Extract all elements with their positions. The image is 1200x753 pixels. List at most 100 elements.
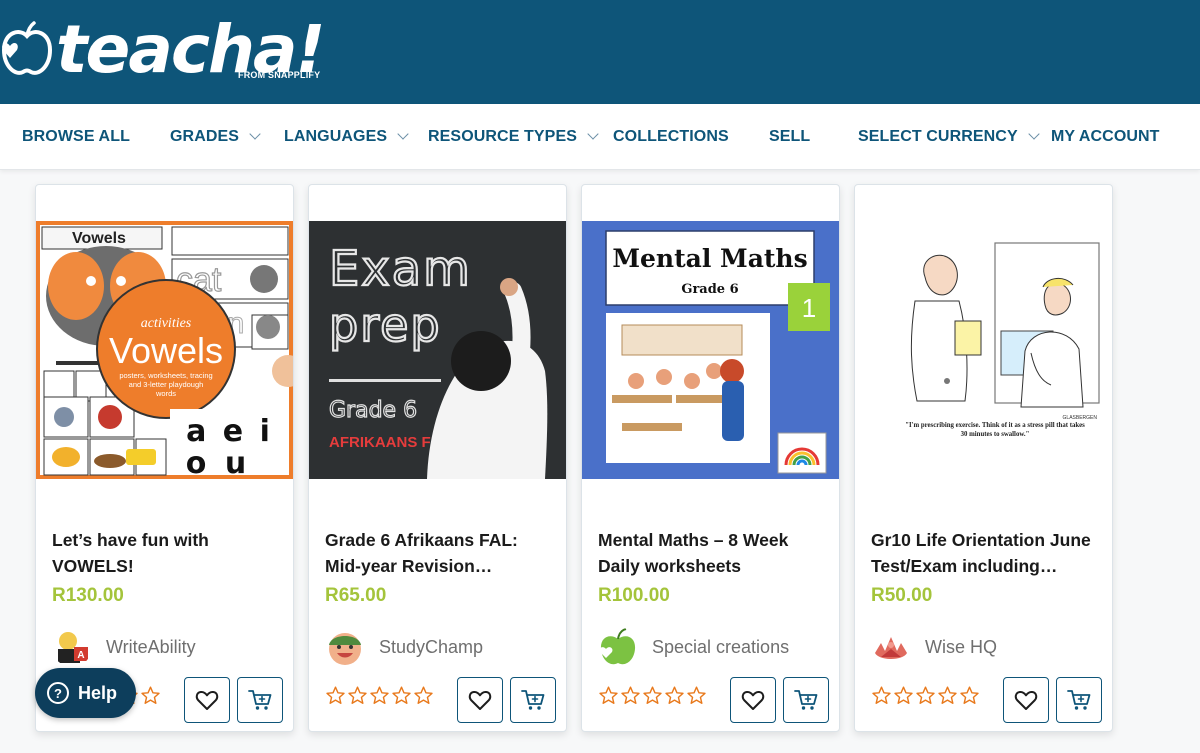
cartoon-cover-image: GLASBERGEN "I'm prescribing exercise. Th… bbox=[855, 221, 1112, 479]
cart-icon bbox=[794, 690, 818, 710]
star-icon bbox=[643, 686, 662, 704]
heart-icon bbox=[741, 690, 765, 710]
cover-letters-row2: o u bbox=[186, 446, 246, 479]
seller-avatar: A bbox=[52, 627, 92, 667]
seller-avatar bbox=[871, 627, 911, 667]
nav-label: LANGUAGES bbox=[284, 128, 388, 145]
nav-resource-types[interactable]: RESOURCE TYPES bbox=[428, 104, 599, 170]
product-price: R65.00 bbox=[325, 585, 387, 606]
nav-label: COLLECTIONS bbox=[613, 128, 729, 145]
nav-label: GRADES bbox=[170, 128, 240, 145]
cover-grade: Grade 6 bbox=[681, 282, 738, 297]
logo-subtitle: FROM SNAPPLIFY bbox=[238, 70, 321, 80]
star-icon bbox=[326, 686, 345, 704]
nav-my-account[interactable]: MY ACCOUNT bbox=[1051, 104, 1160, 170]
seller-info[interactable]: StudyChamp bbox=[325, 625, 483, 669]
star-icon bbox=[872, 686, 891, 704]
svg-text:A: A bbox=[77, 650, 84, 661]
vowels-cover-image: Vowels cat man bbox=[36, 221, 293, 479]
product-title[interactable]: Gr10 Life Orientation June Test/Exam inc… bbox=[871, 527, 1099, 579]
nav-label: SELECT CURRENCY bbox=[858, 128, 1018, 145]
rating-stars bbox=[325, 685, 434, 706]
star-icon bbox=[665, 686, 684, 704]
product-price: R100.00 bbox=[598, 585, 670, 606]
nav-browse-all[interactable]: BROWSE ALL bbox=[22, 104, 130, 170]
cover-heading: Mental Maths bbox=[612, 244, 807, 273]
star-icon bbox=[599, 686, 618, 704]
chevron-down-icon bbox=[1028, 128, 1040, 140]
cart-icon bbox=[1067, 690, 1091, 710]
nav-label: MY ACCOUNT bbox=[1051, 128, 1160, 145]
heart-icon bbox=[1014, 690, 1038, 710]
star-icon bbox=[960, 686, 979, 704]
product-thumbnail[interactable]: Exam prep Grade 6 AFRIKAANS FAL bbox=[309, 221, 566, 479]
nav-collections[interactable]: COLLECTIONS bbox=[613, 104, 729, 170]
cover-top-label: Vowels bbox=[72, 230, 126, 247]
seller-avatar bbox=[325, 627, 365, 667]
star-icon bbox=[916, 686, 935, 704]
cover-line1: Exam bbox=[329, 241, 472, 297]
product-thumbnail[interactable]: GLASBERGEN "I'm prescribing exercise. Th… bbox=[855, 221, 1112, 479]
cover-line2: prep bbox=[329, 298, 442, 352]
cover-circle-title: Vowels bbox=[109, 330, 223, 371]
product-card[interactable]: Mental Maths Grade 6 1 Mental Maths – 8 … bbox=[581, 184, 840, 732]
product-title[interactable]: Let’s have fun with VOWELS! bbox=[52, 527, 280, 579]
cartoon-caption: "I'm prescribing exercise. Think of it a… bbox=[905, 422, 1085, 438]
star-icon bbox=[894, 686, 913, 704]
product-thumbnail[interactable]: Vowels cat man bbox=[36, 221, 293, 479]
product-title[interactable]: Mental Maths – 8 Week Daily worksheets bbox=[598, 527, 826, 579]
heart-icon bbox=[195, 690, 219, 710]
product-title[interactable]: Grade 6 Afrikaans FAL: Mid-year Revision… bbox=[325, 527, 553, 579]
cover-circle-desc: posters, worksheets, tracing and 3-lette… bbox=[119, 371, 213, 398]
wishlist-button[interactable] bbox=[730, 677, 776, 723]
star-icon bbox=[392, 686, 411, 704]
chevron-down-icon bbox=[587, 128, 599, 140]
seller-info[interactable]: Special creations bbox=[598, 625, 789, 669]
star-icon bbox=[141, 686, 160, 704]
help-label: Help bbox=[78, 682, 118, 703]
star-icon bbox=[370, 686, 389, 704]
product-thumbnail[interactable]: Mental Maths Grade 6 1 bbox=[582, 221, 839, 479]
nav-select-currency[interactable]: SELECT CURRENCY bbox=[858, 104, 1040, 170]
seller-info[interactable]: Wise HQ bbox=[871, 625, 997, 669]
add-to-cart-button[interactable] bbox=[510, 677, 556, 723]
help-button[interactable]: ? Help bbox=[35, 668, 136, 718]
wishlist-button[interactable] bbox=[184, 677, 230, 723]
seller-info[interactable]: A WriteAbility bbox=[52, 625, 196, 669]
seller-avatar bbox=[598, 627, 638, 667]
star-icon bbox=[621, 686, 640, 704]
star-icon bbox=[687, 686, 706, 704]
add-to-cart-button[interactable] bbox=[1056, 677, 1102, 723]
cover-badge: 1 bbox=[802, 293, 816, 323]
star-icon bbox=[414, 686, 433, 704]
add-to-cart-button[interactable] bbox=[783, 677, 829, 723]
nav-sell[interactable]: SELL bbox=[769, 104, 810, 170]
product-card[interactable]: Exam prep Grade 6 AFRIKAANS FAL Grade 6 … bbox=[308, 184, 567, 732]
seller-name: Wise HQ bbox=[925, 636, 997, 657]
nav-grades[interactable]: GRADES bbox=[170, 104, 261, 170]
wishlist-button[interactable] bbox=[1003, 677, 1049, 723]
question-icon: ? bbox=[47, 682, 69, 704]
cover-grade: Grade 6 bbox=[329, 398, 417, 423]
cart-icon bbox=[248, 690, 272, 710]
star-icon bbox=[348, 686, 367, 704]
nav-label: SELL bbox=[769, 128, 811, 145]
nav-languages[interactable]: LANGUAGES bbox=[284, 104, 409, 170]
chevron-down-icon bbox=[249, 128, 261, 140]
product-price: R50.00 bbox=[871, 585, 933, 606]
star-icon bbox=[938, 686, 957, 704]
seller-name: StudyChamp bbox=[379, 636, 484, 657]
chevron-down-icon bbox=[397, 128, 409, 140]
add-to-cart-button[interactable] bbox=[237, 677, 283, 723]
exam-prep-cover-image: Exam prep Grade 6 AFRIKAANS FAL bbox=[309, 221, 566, 479]
product-price: R130.00 bbox=[52, 585, 124, 606]
site-header: teacha! FROM SNAPPLIFY bbox=[0, 0, 1200, 104]
cover-circle-small: activities bbox=[141, 316, 192, 331]
product-card[interactable]: Vowels cat man bbox=[35, 184, 294, 732]
rating-stars bbox=[598, 685, 707, 706]
wishlist-button[interactable] bbox=[457, 677, 503, 723]
product-card[interactable]: GLASBERGEN "I'm prescribing exercise. Th… bbox=[854, 184, 1113, 732]
nav-label: BROWSE ALL bbox=[22, 128, 130, 145]
mental-maths-cover-image: Mental Maths Grade 6 1 bbox=[582, 221, 839, 479]
main-nav: BROWSE ALL GRADES LANGUAGES RESOURCE TYP… bbox=[0, 104, 1200, 170]
